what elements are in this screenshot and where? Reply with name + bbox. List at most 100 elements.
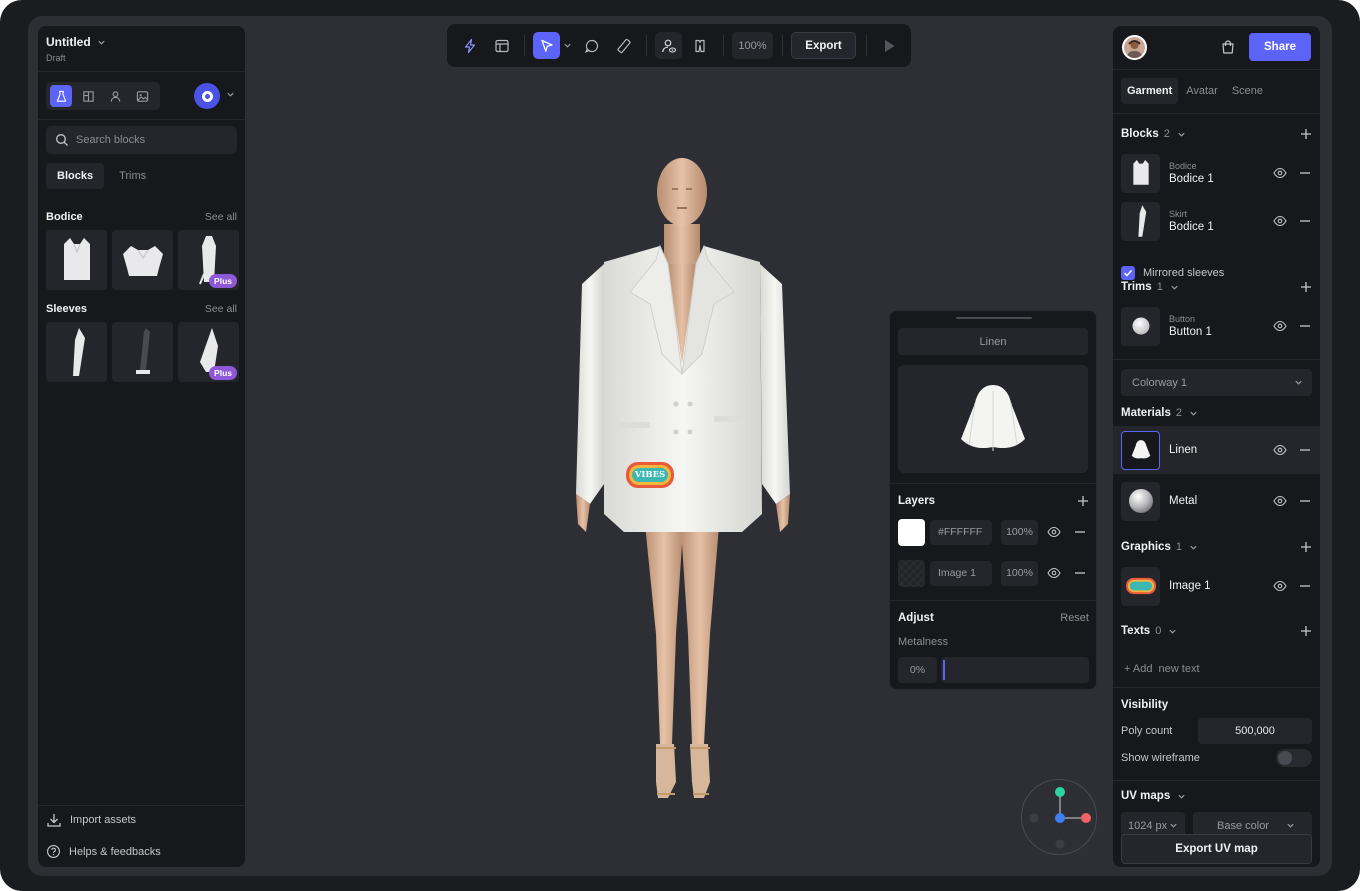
tab-pattern[interactable]	[77, 85, 99, 107]
minus-icon[interactable]	[1074, 567, 1086, 579]
comment-button[interactable]	[578, 32, 605, 59]
add-text-link[interactable]: + Add new text	[1124, 663, 1200, 675]
hex-field[interactable]: #FFFFFF	[930, 519, 992, 545]
garment-view-button[interactable]	[687, 32, 714, 59]
minus-icon[interactable]	[1299, 444, 1311, 456]
slider-handle[interactable]	[943, 660, 945, 680]
select-tool-menu[interactable]	[561, 32, 573, 59]
minus-icon[interactable]	[1074, 526, 1086, 538]
avatar[interactable]	[1122, 35, 1147, 60]
layout-button[interactable]	[488, 32, 515, 59]
avatar-3d-model[interactable]: VIBES	[564, 154, 800, 804]
share-button[interactable]: Share	[1249, 33, 1311, 61]
avatar-view-button[interactable]	[655, 32, 682, 59]
workspace-logo[interactable]	[194, 83, 220, 109]
eye-icon[interactable]	[1273, 494, 1287, 508]
trim-item[interactable]: Button Button 1	[1113, 304, 1320, 348]
measure-button[interactable]	[610, 32, 637, 59]
minus-icon[interactable]	[1299, 320, 1311, 332]
export-button[interactable]: Export	[791, 32, 856, 59]
metalness-label: Metalness	[898, 636, 949, 648]
eye-icon[interactable]	[1273, 214, 1287, 228]
block-thumbnail[interactable]	[112, 322, 173, 382]
chevron-down-icon[interactable]	[226, 90, 235, 99]
chevron-down-icon[interactable]	[1170, 283, 1179, 292]
material-item[interactable]: Linen	[1113, 426, 1320, 474]
right-tabs: Garment Avatar Scene	[1121, 78, 1269, 104]
metalness-slider[interactable]: 0%	[898, 657, 1089, 683]
tab-avatar[interactable]: Avatar	[1180, 78, 1224, 104]
minus-icon[interactable]	[1299, 495, 1311, 507]
chevron-down-icon[interactable]	[1168, 627, 1177, 636]
viewport-canvas[interactable]: Untitled Draft Search blocks Blocks Trim…	[28, 16, 1332, 876]
tab-scene[interactable]: Scene	[1226, 78, 1269, 104]
wireframe-toggle[interactable]	[1276, 749, 1312, 767]
tab-avatar[interactable]	[104, 85, 126, 107]
see-all-link[interactable]: See all	[205, 211, 237, 223]
block-item[interactable]: Bodice Bodice 1	[1113, 151, 1320, 195]
tab-garment[interactable]: Garment	[1121, 78, 1179, 104]
add-icon[interactable]	[1300, 128, 1312, 140]
tab-trims[interactable]: Trims	[108, 163, 157, 189]
drag-handle[interactable]	[956, 317, 1032, 319]
minus-icon[interactable]	[1299, 167, 1311, 179]
chevron-down-icon[interactable]	[1177, 130, 1186, 139]
add-icon[interactable]	[1300, 541, 1312, 553]
add-icon[interactable]	[1300, 625, 1312, 637]
poly-count-field[interactable]: 500,000	[1198, 718, 1312, 744]
tab-garment[interactable]	[50, 85, 72, 107]
eye-icon[interactable]	[1273, 166, 1287, 180]
shopping-bag-icon[interactable]	[1220, 39, 1236, 55]
graphic-item[interactable]: Image 1	[1113, 564, 1320, 608]
minus-icon[interactable]	[1299, 580, 1311, 592]
image-swatch[interactable]	[898, 559, 925, 587]
block-thumbnail[interactable]	[46, 322, 107, 382]
material-name-field[interactable]: Linen	[898, 328, 1088, 355]
chevron-down-icon[interactable]	[1189, 409, 1198, 418]
eye-icon[interactable]	[1273, 443, 1287, 457]
help-feedback-button[interactable]: Helps & feedbacks	[46, 844, 161, 859]
eye-icon[interactable]	[1047, 525, 1061, 539]
eye-icon[interactable]	[1273, 579, 1287, 593]
colorway-select[interactable]: Colorway 1	[1121, 369, 1312, 396]
zoom-level[interactable]: 100%	[732, 32, 773, 59]
slider-track[interactable]	[941, 657, 1089, 683]
add-icon[interactable]	[1077, 495, 1089, 507]
see-all-link[interactable]: See all	[205, 303, 237, 315]
layer-row[interactable]: Image 1 100%	[898, 559, 1090, 587]
block-thumbnail[interactable]	[46, 230, 107, 290]
import-assets-button[interactable]: Import assets	[46, 812, 136, 828]
eye-icon[interactable]	[1047, 566, 1061, 580]
cloth-preview-icon	[961, 385, 1025, 451]
orientation-gizmo[interactable]	[1021, 779, 1097, 855]
opacity-field[interactable]: 100%	[1001, 560, 1038, 586]
eye-icon[interactable]	[1273, 319, 1287, 333]
block-thumbnail[interactable]: Plus	[178, 322, 239, 382]
trim-name: Button 1	[1169, 326, 1212, 338]
ai-button[interactable]	[456, 32, 483, 59]
image-field[interactable]: Image 1	[930, 560, 992, 586]
layer-row[interactable]: #FFFFFF 100%	[898, 518, 1090, 546]
chevron-down-icon[interactable]	[1177, 792, 1186, 801]
document-title[interactable]: Untitled	[46, 35, 106, 49]
add-icon[interactable]	[1300, 281, 1312, 293]
checkbox[interactable]	[1121, 266, 1135, 280]
reset-button[interactable]: Reset	[1060, 612, 1089, 624]
material-item[interactable]: Metal	[1113, 479, 1320, 523]
select-tool-button[interactable]	[533, 32, 560, 59]
export-uv-map-button[interactable]: Export UV map	[1121, 834, 1312, 864]
mirrored-sleeves-checkbox[interactable]: Mirrored sleeves	[1121, 266, 1224, 280]
block-item[interactable]: Skirt Bodice 1	[1113, 199, 1320, 243]
opacity-field[interactable]: 100%	[1001, 519, 1038, 545]
visibility-header: Visibility	[1121, 697, 1312, 713]
play-button[interactable]	[875, 32, 902, 59]
color-swatch[interactable]	[898, 518, 925, 546]
block-thumbnail[interactable]: Plus	[178, 230, 239, 290]
block-thumbnail[interactable]	[112, 230, 173, 290]
tab-blocks[interactable]: Blocks	[46, 163, 105, 189]
tab-image[interactable]	[131, 85, 153, 107]
metalness-value[interactable]: 0%	[898, 657, 937, 683]
minus-icon[interactable]	[1299, 215, 1311, 227]
search-input[interactable]: Search blocks	[46, 126, 237, 154]
chevron-down-icon[interactable]	[1189, 543, 1198, 552]
